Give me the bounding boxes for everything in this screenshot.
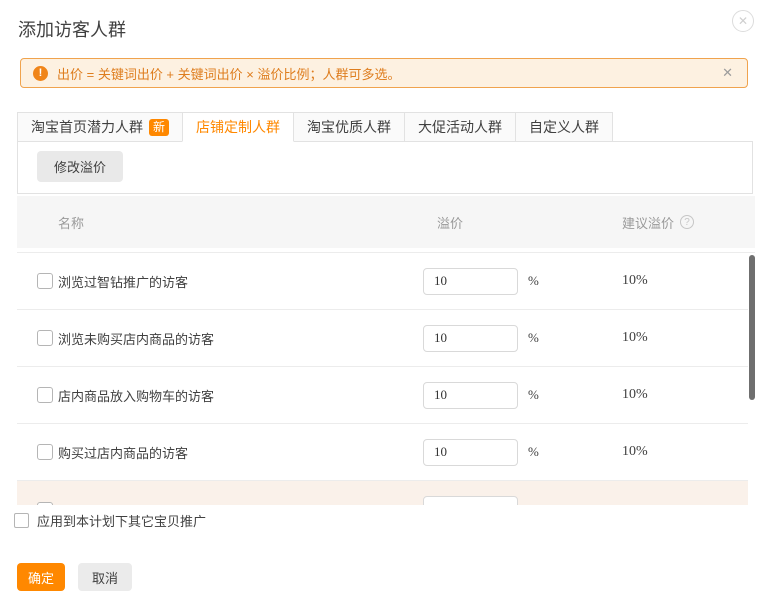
row-checkbox-cell	[17, 387, 58, 403]
tab-label: 淘宝首页潜力人群	[31, 119, 143, 135]
tab-shop-custom[interactable]: 店铺定制人群	[182, 112, 294, 142]
table-header: 名称 溢价 建议溢价 ?	[17, 196, 755, 248]
premium-input[interactable]	[423, 439, 518, 466]
tab-taobao-homepage-potential[interactable]: 淘宝首页潜力人群新	[17, 112, 183, 142]
row-checkbox[interactable]	[37, 273, 53, 289]
tab-taobao-quality[interactable]: 淘宝优质人群	[293, 112, 405, 142]
premium-input[interactable]	[423, 382, 518, 409]
percent-unit: %	[528, 444, 539, 460]
suggested-premium-value: 10%	[622, 444, 748, 460]
audience-name: 购买过店内商品的访客	[58, 443, 423, 462]
tab-custom-audience[interactable]: 自定义人群	[515, 112, 613, 142]
audience-name: 浏览未购买店内商品的访客	[58, 329, 423, 348]
row-checkbox-cell	[17, 444, 58, 460]
row-checkbox-cell	[17, 273, 58, 289]
audience-tabs: 淘宝首页潜力人群新 店铺定制人群 淘宝优质人群 大促活动人群 自定义人群	[17, 112, 753, 142]
row-checkbox[interactable]	[37, 387, 53, 403]
suggested-premium-value: 10%	[622, 273, 748, 289]
suggested-premium-value: 10%	[622, 330, 748, 346]
premium-input[interactable]	[423, 268, 518, 295]
row-checkbox-cell	[17, 330, 58, 346]
table-row: 购买过店内商品的访客 % 10%	[17, 424, 748, 481]
table-row: 浏览未购买店内商品的访客 % 10%	[17, 310, 748, 367]
apply-to-plan-checkbox[interactable]	[14, 513, 29, 528]
tab-label: 自定义人群	[529, 119, 599, 135]
page-title: 添加访客人群	[18, 16, 126, 42]
row-checkbox[interactable]	[37, 330, 53, 346]
premium-input[interactable]	[423, 496, 518, 505]
tab-label: 淘宝优质人群	[307, 119, 391, 135]
audience-name: 浏览过智钻推广的访客	[58, 272, 423, 291]
column-header-suggested-label: 建议溢价	[622, 213, 674, 232]
vertical-scrollbar-thumb[interactable]	[749, 255, 755, 400]
alert-text: 出价 = 关键词出价 + 关键词出价 × 溢价比例；人群可多选。	[57, 64, 720, 83]
tab-promo-event[interactable]: 大促活动人群	[404, 112, 516, 142]
alert-close-icon[interactable]: ✕	[720, 65, 735, 81]
column-header-name: 名称	[17, 213, 423, 232]
audience-table-body: 浏览过智钻推广的访客 % 10% 浏览未购买店内商品的访客 % 10%	[17, 252, 755, 505]
row-checkbox[interactable]	[37, 444, 53, 460]
new-badge: 新	[149, 119, 169, 136]
row-checkbox[interactable]	[37, 502, 53, 506]
apply-to-plan-label: 应用到本计划下其它宝贝推广	[37, 511, 206, 530]
apply-to-plan-option: 应用到本计划下其它宝贝推广	[14, 511, 206, 530]
warning-icon: !	[33, 66, 48, 81]
row-checkbox-cell	[17, 502, 58, 506]
table-row: 浏览过智钻推广的访客 % 10%	[17, 253, 748, 310]
add-visitor-audience-dialog: 添加访客人群 ✕ ! 出价 = 关键词出价 + 关键词出价 × 溢价比例；人群可…	[0, 0, 768, 611]
table-row	[17, 481, 748, 505]
audience-name: 店内商品放入购物车的访客	[58, 386, 423, 405]
close-icon[interactable]: ✕	[732, 10, 754, 32]
tab-content-panel: 修改溢价	[17, 141, 753, 194]
bid-formula-alert: ! 出价 = 关键词出价 + 关键词出价 × 溢价比例；人群可多选。 ✕	[20, 58, 748, 88]
confirm-button[interactable]: 确定	[17, 563, 65, 591]
percent-unit: %	[528, 387, 539, 403]
table-row: 店内商品放入购物车的访客 % 10%	[17, 367, 748, 424]
modify-premium-button[interactable]: 修改溢价	[37, 151, 123, 182]
tab-label: 店铺定制人群	[196, 119, 280, 135]
percent-unit: %	[528, 273, 539, 289]
premium-input[interactable]	[423, 325, 518, 352]
tab-label: 大促活动人群	[418, 119, 502, 135]
premium-cell: %	[423, 268, 622, 295]
premium-cell: %	[423, 382, 622, 409]
percent-unit: %	[528, 330, 539, 346]
help-icon[interactable]: ?	[680, 215, 694, 229]
column-header-suggested: 建议溢价 ?	[622, 213, 694, 232]
premium-cell: %	[423, 439, 622, 466]
premium-cell: %	[423, 325, 622, 352]
cancel-button[interactable]: 取消	[78, 563, 132, 591]
column-header-premium: 溢价	[423, 213, 622, 232]
suggested-premium-value: 10%	[622, 387, 748, 403]
premium-cell	[423, 496, 622, 505]
